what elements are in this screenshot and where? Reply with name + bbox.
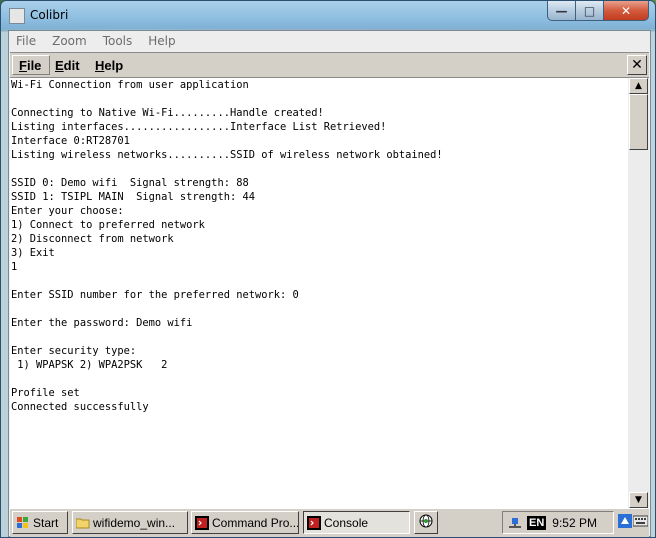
- wince-screen: File Edit Help ✕ Wi-Fi Connection from u…: [10, 52, 649, 537]
- console-line: Connected successfully: [11, 401, 149, 413]
- maximize-button[interactable]: □: [575, 1, 604, 21]
- console-menu-file[interactable]: File: [12, 55, 50, 75]
- menu-help[interactable]: Help: [140, 34, 183, 48]
- input-language-indicator[interactable]: EN: [527, 515, 547, 530]
- console-menu-bar: File Edit Help ✕: [10, 54, 649, 78]
- close-icon: ✕: [631, 57, 643, 73]
- console-line: Wi-Fi Connection from user application: [11, 79, 249, 91]
- wifidemo-label: wifidemo_win...: [93, 515, 176, 530]
- menu-file[interactable]: File: [9, 34, 44, 48]
- console-line: 3) Exit: [11, 247, 55, 259]
- console-close-button[interactable]: ✕: [627, 55, 647, 75]
- start-label: Start: [33, 515, 59, 530]
- windows-logo-icon: [16, 516, 30, 530]
- console-line: 1) WPAPSK 2) WPA2PSK 2: [11, 359, 168, 371]
- start-button[interactable]: Start: [12, 511, 68, 534]
- clock[interactable]: 9:52 PM: [552, 516, 597, 530]
- arrow-up-icon: ▲: [635, 81, 642, 91]
- console-line: Interface 0:RT28701: [11, 135, 130, 147]
- console-label: Console: [324, 515, 369, 530]
- vertical-scrollbar[interactable]: ▲ ▼: [628, 78, 649, 508]
- command-prompt-icon: [195, 515, 209, 530]
- console-line: Listing wireless networks..........SSID …: [11, 149, 443, 161]
- quick-launch-button[interactable]: [414, 511, 438, 534]
- client-area: File Zoom Tools Help File Edit Help ✕ Wi…: [8, 30, 651, 537]
- console-menu-edit[interactable]: Edit: [50, 55, 97, 75]
- menu-zoom[interactable]: Zoom: [44, 34, 95, 48]
- keyboard-button[interactable]: [632, 511, 648, 534]
- minimize-icon: —: [555, 3, 568, 18]
- taskbar-command-prompt[interactable]: Command Pro...: [191, 511, 299, 534]
- command-prompt-label: Command Pro...: [212, 515, 299, 530]
- network-status-icon[interactable]: [507, 516, 523, 530]
- scroll-thumb[interactable]: [629, 94, 648, 150]
- desktop-icon: [617, 514, 632, 531]
- app-icon: [9, 8, 25, 24]
- keyboard-icon: [632, 515, 648, 530]
- console-line: Profile set: [11, 387, 80, 399]
- arrow-down-icon: ▼: [635, 495, 642, 505]
- taskbar-wifidemo[interactable]: wifidemo_win...: [72, 511, 188, 534]
- console-line: Listing interfaces.................Inter…: [11, 121, 387, 133]
- scroll-up-button[interactable]: ▲: [629, 78, 648, 94]
- close-button[interactable]: ✕: [603, 1, 649, 21]
- menu-tools[interactable]: Tools: [95, 34, 141, 48]
- console-line: 2) Disconnect from network: [11, 233, 174, 245]
- console-line: Enter the password: Demo wifi: [11, 317, 193, 329]
- taskbar-console[interactable]: Console: [303, 511, 410, 534]
- window-title: Colibri: [30, 8, 69, 22]
- close-icon: ✕: [620, 3, 632, 18]
- outer-menu-bar: File Zoom Tools Help: [9, 31, 650, 51]
- system-tray: EN 9:52 PM: [502, 511, 614, 534]
- console-line: 1) Connect to preferred network: [11, 219, 205, 231]
- folder-icon: [76, 516, 90, 530]
- console-line: Enter SSID number for the preferred netw…: [11, 289, 299, 301]
- console-line: Connecting to Native Wi-Fi.........Handl…: [11, 107, 324, 119]
- console-line: SSID 0: Demo wifi Signal strength: 88: [11, 177, 249, 189]
- console-line: 1: [11, 261, 18, 273]
- console-output[interactable]: Wi-Fi Connection from user application Co…: [10, 78, 628, 508]
- console-app-icon: [307, 515, 321, 530]
- console-menu-help[interactable]: Help: [92, 55, 135, 75]
- minimize-button[interactable]: —: [547, 1, 576, 21]
- console-line: Enter security type:: [11, 345, 137, 357]
- network-globe-icon: [419, 514, 433, 531]
- colibri-window: Colibri — □ ✕ File Zoom Tools Help File …: [0, 0, 656, 538]
- console-line: Enter your choose:: [11, 205, 124, 217]
- maximize-icon: □: [583, 3, 596, 18]
- taskbar: Start wifidemo_win... Command Pro... Con…: [10, 508, 649, 537]
- console-line: SSID 1: TSIPL MAIN Signal strength: 44: [11, 191, 255, 203]
- scroll-down-button[interactable]: ▼: [629, 492, 648, 508]
- desktop-button[interactable]: [617, 511, 632, 534]
